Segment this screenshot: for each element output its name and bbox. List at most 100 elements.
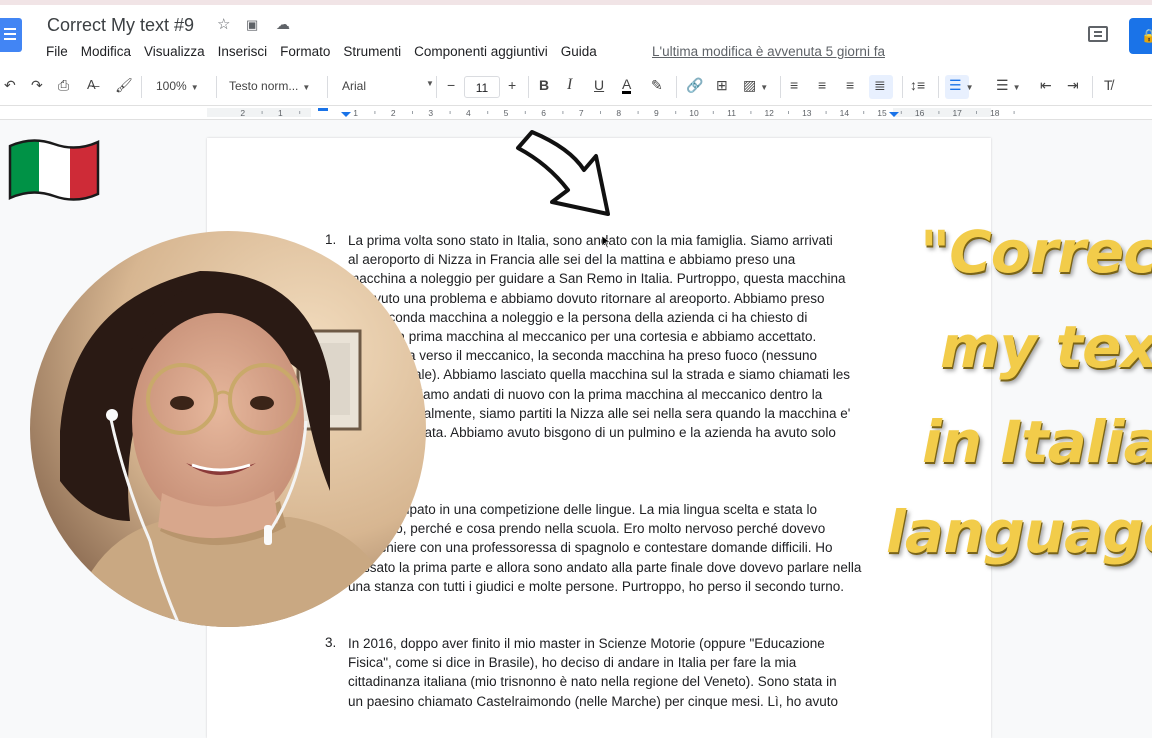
cloud-status-icon[interactable]: ☁ xyxy=(276,16,290,33)
paragraph-3[interactable]: In 2016, doppo aver finito il mio master… xyxy=(348,634,895,711)
text-color-button[interactable]: A xyxy=(622,77,632,94)
ruler-tick-label: 10 xyxy=(689,108,699,118)
share-button[interactable]: 🔒 xyxy=(1129,18,1152,54)
increase-indent-icon[interactable]: ⇥ xyxy=(1067,77,1079,94)
document-title[interactable]: Correct My text #9 xyxy=(47,15,194,36)
menu-file[interactable]: File xyxy=(46,44,68,59)
insert-link-icon[interactable]: 🔗 xyxy=(686,77,703,94)
paint-format-icon[interactable]: 🖌 xyxy=(115,77,133,94)
print-icon[interactable]: ⎙ xyxy=(58,77,69,94)
ruler-tick-label: 12 xyxy=(764,108,774,118)
line-spacing-icon[interactable]: ↕≡ xyxy=(910,77,925,93)
menu-componenti-aggiuntivi[interactable]: Componenti aggiuntivi xyxy=(414,44,548,59)
ruler-tick-label: 2 xyxy=(391,108,396,118)
list-number: 1. xyxy=(325,232,337,247)
insert-image-icon[interactable]: ▨ ▼ xyxy=(743,77,768,94)
ruler-scale: 2 1 1 2 3 4 5 6 7 8 9 10 11 12 13 14 15 16 17 18 xyxy=(207,108,1015,118)
style-value: Testo norm... xyxy=(229,79,299,93)
ruler-tick-label: 18 xyxy=(990,108,1000,118)
ruler-tick-label: 2 xyxy=(240,108,245,118)
ruler-margin-left xyxy=(207,108,311,117)
ruler-tick-mark xyxy=(750,111,752,114)
ruler-tick-mark xyxy=(600,111,601,114)
comment-history-icon[interactable] xyxy=(1088,26,1108,42)
redo-icon[interactable]: ↷ xyxy=(31,77,43,94)
bold-button[interactable]: B xyxy=(539,77,549,93)
zoom-select[interactable]: 100% ▼ xyxy=(156,79,199,93)
menu-bar: File Modifica Visualizza Inserisci Forma… xyxy=(46,44,597,59)
numbered-list-icon[interactable]: ☰ ▼ xyxy=(949,77,973,94)
ruler-tick-label: 6 xyxy=(541,108,546,118)
caption-line: my text xyxy=(940,313,1152,381)
star-icon[interactable]: ☆ xyxy=(217,15,230,33)
align-right-icon[interactable]: ≡ xyxy=(846,77,854,93)
insert-comment-icon[interactable]: ⊞ xyxy=(716,77,728,94)
ruler-tick-mark xyxy=(374,111,376,114)
list-number: 3. xyxy=(325,635,337,650)
ruler-tick-mark xyxy=(712,111,714,114)
last-edit-link[interactable]: L'ultima modifica è avvenuta 5 giorni fa xyxy=(652,44,885,59)
align-left-icon[interactable]: ≡ xyxy=(790,77,798,93)
align-center-icon[interactable]: ≡ xyxy=(818,77,826,93)
divider xyxy=(1092,76,1093,98)
ruler-tick-label: 7 xyxy=(579,108,584,118)
align-justify-icon[interactable]: ≣ xyxy=(874,77,886,94)
text-line: una seconda macchina a noleggio e la per… xyxy=(348,309,808,325)
menu-modifica[interactable]: Modifica xyxy=(81,44,131,59)
ruler-tick-label: 3 xyxy=(428,108,433,118)
text-line: un paesino chiamato Castelraimondo (nell… xyxy=(348,693,839,709)
bulleted-list-icon[interactable]: ☰ ▼ xyxy=(996,77,1020,94)
hand-drawn-arrow-icon xyxy=(516,130,610,216)
italic-button[interactable]: I xyxy=(567,76,572,94)
clear-formatting-icon[interactable]: T̸ xyxy=(1104,77,1113,93)
caption-line: in Italian xyxy=(922,408,1152,476)
docs-header: Correct My text #9 ☆ ▣ ☁ File Modifica V… xyxy=(0,0,1152,68)
left-indent-marker[interactable] xyxy=(341,112,351,117)
decrease-font-size-button[interactable]: − xyxy=(447,77,455,93)
video-caption-overlay: "Correct my text in Italian language xyxy=(880,218,1152,588)
text-line: passato la prima parte e allora sono and… xyxy=(348,559,862,575)
text-line: ha avuto una problema e abbiamo dovuto r… xyxy=(348,290,825,306)
divider xyxy=(902,76,903,98)
menu-guida[interactable]: Guida xyxy=(561,44,597,59)
divider xyxy=(938,76,939,98)
text-line: In 2016, doppo aver finito il mio master… xyxy=(348,636,825,651)
ruler-tick-label: 15 xyxy=(877,108,887,118)
text-line: si è fatto male). Abbiamo lasciato quell… xyxy=(348,367,850,383)
horizontal-ruler[interactable]: 2 1 1 2 3 4 5 6 7 8 9 10 11 12 13 14 15 16 17 18 xyxy=(0,106,1152,120)
font-select[interactable]: Arial ▼ xyxy=(342,79,434,93)
highlight-color-icon[interactable]: ✎ xyxy=(651,77,663,94)
chevron-down-icon: ▼ xyxy=(426,79,434,88)
font-size-input[interactable]: 11 xyxy=(464,76,500,98)
move-folder-icon[interactable]: ▣ xyxy=(246,17,258,33)
menu-inserisci[interactable]: Inserisci xyxy=(218,44,268,59)
ruler-tick-label: 17 xyxy=(952,108,962,118)
decrease-indent-icon[interactable]: ⇤ xyxy=(1040,77,1052,94)
undo-icon[interactable]: ↶ xyxy=(4,77,16,94)
text-line: al aeroporto di Nizza in Francia alle se… xyxy=(348,252,796,268)
divider xyxy=(676,76,677,98)
docs-logo-icon[interactable] xyxy=(0,18,22,52)
paragraph-1[interactable]: La prima volta sono stato in Italia, son… xyxy=(348,231,895,442)
ruler-tick-label: 5 xyxy=(504,108,509,118)
ruler-tick-mark xyxy=(562,111,564,114)
text-line: macchina a noleggio per guidare a San Re… xyxy=(348,271,846,287)
chevron-down-icon: ▼ xyxy=(302,83,311,92)
menu-strumenti[interactable]: Strumenti xyxy=(343,44,401,59)
first-line-indent-marker[interactable] xyxy=(318,108,328,111)
increase-font-size-button[interactable]: + xyxy=(508,77,516,93)
font-value: Arial xyxy=(342,79,367,93)
lock-icon: 🔒 xyxy=(1141,28,1152,43)
paragraph-2[interactable]: Ho partecipato in una competizione delle… xyxy=(348,500,895,596)
menu-formato[interactable]: Formato xyxy=(280,44,330,59)
ruler-tick-label: 1 xyxy=(278,108,283,118)
spellcheck-icon[interactable]: A̶ xyxy=(87,77,96,92)
underline-button[interactable]: U xyxy=(594,77,604,93)
ruler-tick-mark xyxy=(825,111,827,114)
ruler-tick-mark xyxy=(487,111,489,114)
formatting-toolbar: ↶ ↷ ⎙ A̶ 🖌 100% ▼ Testo norm... ▼ Arial ▼ −… xyxy=(0,68,1152,106)
ruler-tick-label: 11 xyxy=(727,108,736,118)
menu-visualizza[interactable]: Visualizza xyxy=(144,44,205,59)
ruler-tick-mark xyxy=(938,111,940,114)
style-select[interactable]: Testo norm... ▼ xyxy=(229,79,310,93)
